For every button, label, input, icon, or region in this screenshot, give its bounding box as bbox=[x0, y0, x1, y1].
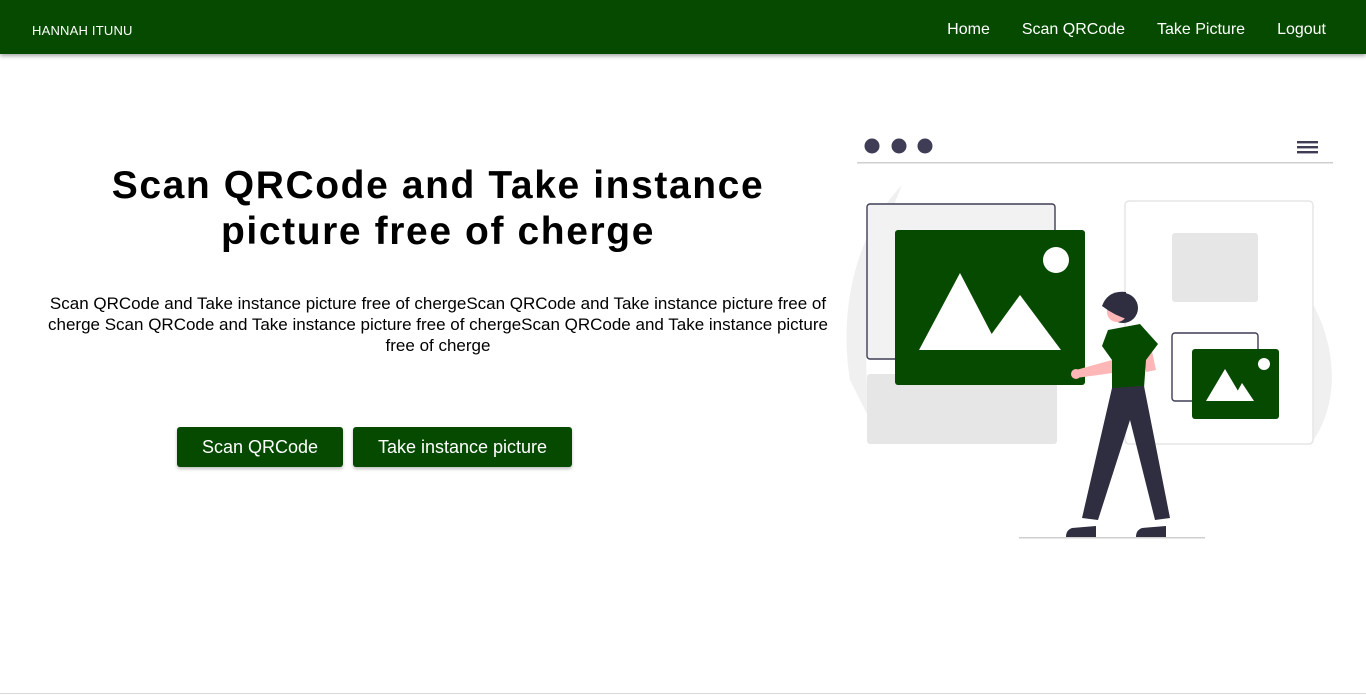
nav-home-link[interactable]: Home bbox=[931, 0, 1006, 60]
take-instance-picture-button[interactable]: Take instance picture bbox=[353, 427, 572, 467]
nav-scan-qrcode-link[interactable]: Scan QRCode bbox=[1006, 0, 1141, 60]
hamburger-menu-icon bbox=[1297, 141, 1318, 154]
image-placeholder-icon bbox=[895, 230, 1085, 385]
nav-logout-link[interactable]: Logout bbox=[1261, 0, 1342, 60]
top-navbar: HANNAH ITUNU Home Scan QRCode Take Pictu… bbox=[0, 0, 1366, 54]
brand-logo[interactable]: HANNAH ITUNU bbox=[32, 0, 133, 62]
nav-links: Home Scan QRCode Take Picture Logout bbox=[931, 0, 1342, 60]
scan-qrcode-button[interactable]: Scan QRCode bbox=[177, 427, 343, 467]
nav-take-picture-link[interactable]: Take Picture bbox=[1141, 0, 1261, 60]
hero-description: Scan QRCode and Take instance picture fr… bbox=[48, 294, 828, 355]
window-dots bbox=[864, 138, 933, 154]
small-image-card bbox=[1192, 349, 1279, 419]
right-card-block bbox=[1172, 233, 1258, 302]
hero-illustration bbox=[846, 138, 1333, 539]
ground-line bbox=[1019, 537, 1205, 539]
hero-title: Scan QRCode and Take instance picture fr… bbox=[111, 164, 765, 253]
window-divider bbox=[857, 162, 1333, 164]
page-bottom-divider bbox=[0, 693, 1366, 694]
